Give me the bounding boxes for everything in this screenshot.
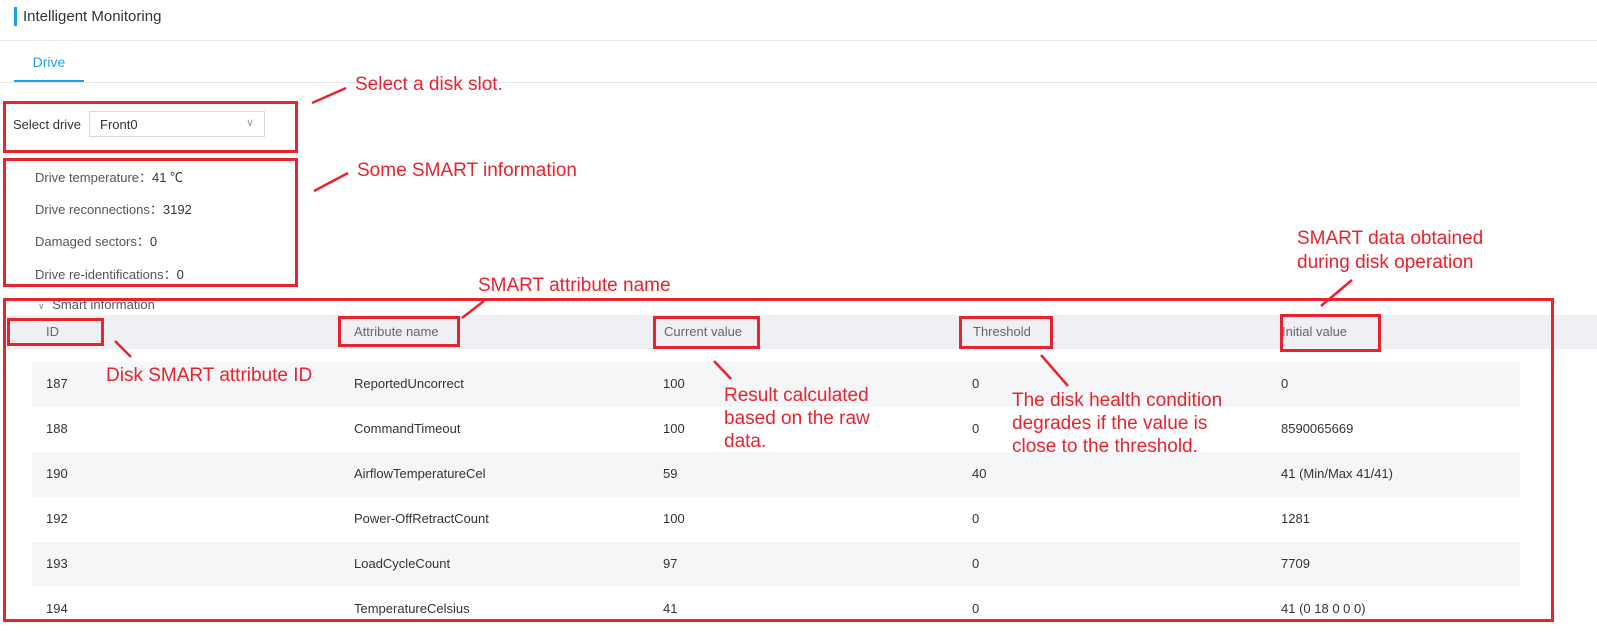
leader-line-threshold [1040,354,1069,387]
annotation-attr-name: SMART attribute name [478,275,671,296]
leader-line-current [713,360,732,380]
annotation-result-2: based on the raw [724,408,870,429]
leader-line-id [114,340,132,358]
leader-line-info [313,171,349,193]
annotation-health-1: The disk health condition [1012,390,1223,411]
annotation-result-3: data. [724,431,767,452]
annotation-attr-id: Disk SMART attribute ID [106,365,313,386]
leader-line-attr-name [461,300,485,319]
annotation-lines [114,86,1353,387]
leader-line-initial [1320,279,1353,307]
annotation-smart-info: Some SMART information [357,160,577,181]
annotation-select-slot: Select a disk slot. [355,74,503,95]
annotation-result-1: Result calculated [724,385,869,406]
annotation-smart-obtained-1: SMART data obtained [1297,228,1484,249]
leader-line-select [311,86,347,105]
annotation-health-2: degrades if the value is [1012,413,1208,434]
annotation-smart-obtained-2: during disk operation [1297,252,1474,273]
annotation-health-3: close to the threshold. [1012,436,1198,457]
